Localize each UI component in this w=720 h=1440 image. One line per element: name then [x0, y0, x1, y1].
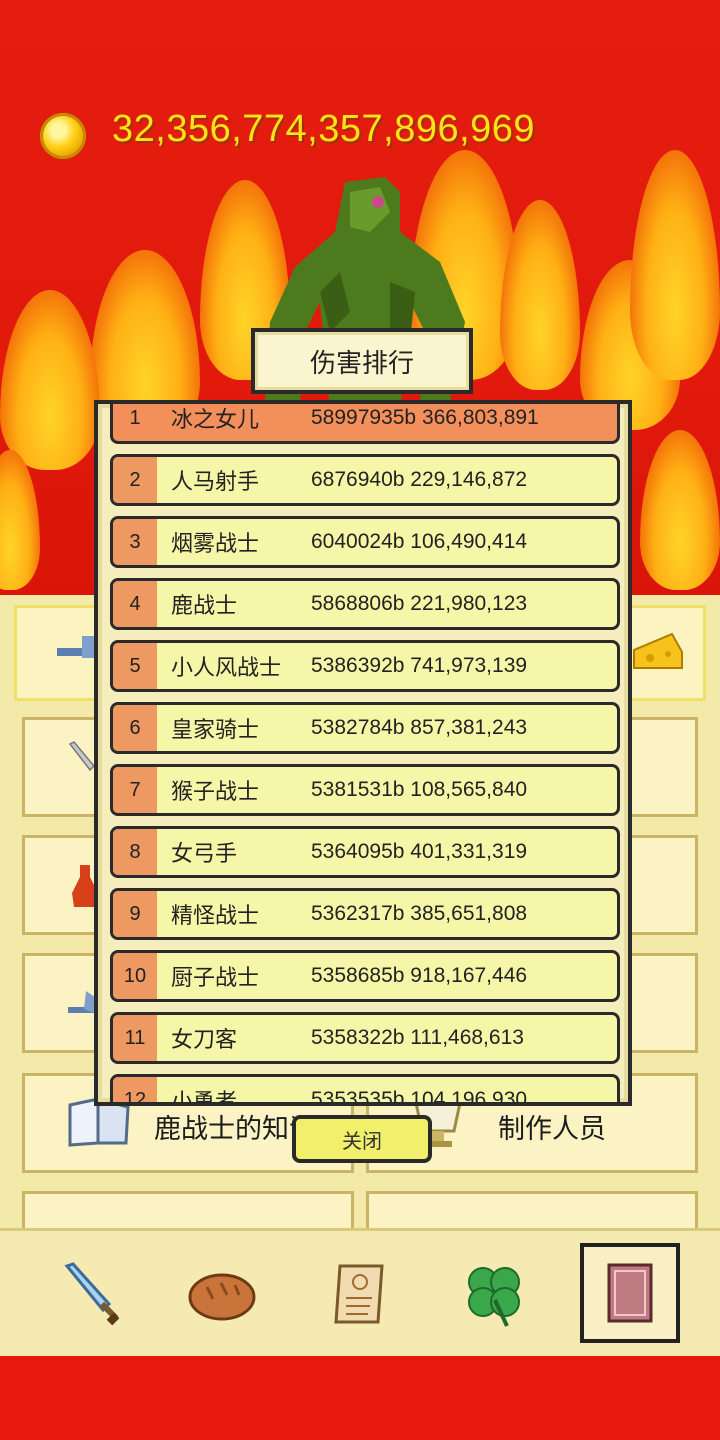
rank-number: 11 — [113, 1015, 157, 1061]
book-icon — [607, 1263, 653, 1323]
clover-icon — [468, 1267, 520, 1327]
rank-number: 8 — [113, 829, 157, 875]
modal-title: 伤害排行 — [251, 328, 473, 394]
ranking-row[interactable]: 9 精怪战士 5362317b 385,651,808 — [110, 888, 620, 940]
flame-decoration — [640, 430, 720, 590]
rank-number: 6 — [113, 705, 157, 751]
damage-value: 5364095b 401,331,319 — [311, 840, 528, 863]
scroll-icon — [334, 1264, 384, 1324]
hero-name: 皇家骑士 — [171, 718, 260, 743]
hero-name: 鹿战士 — [171, 594, 238, 619]
ranking-row[interactable]: 5 小人风战士 5386392b 741,973,139 — [110, 640, 620, 692]
hero-name: 人马射手 — [171, 470, 260, 495]
damage-value: 6040024b 106,490,414 — [311, 530, 528, 553]
hero-name: 女刀客 — [171, 1028, 238, 1053]
ranking-row[interactable]: 8 女弓手 5364095b 401,331,319 — [110, 826, 620, 878]
ranking-row[interactable]: 1 冰之女儿 58997935b 366,803,891 — [110, 404, 620, 444]
flame-decoration — [630, 150, 720, 380]
rank-number: 3 — [113, 519, 157, 565]
cheese-icon — [633, 632, 683, 669]
hero-name: 女弓手 — [171, 842, 238, 867]
damage-value: 5362317b 385,651,808 — [311, 902, 528, 925]
rank-number: 10 — [113, 953, 157, 999]
sword-icon — [64, 1262, 120, 1326]
rank-number: 5 — [113, 643, 157, 689]
nav-clover-tab[interactable] — [446, 1247, 542, 1343]
ranking-row[interactable]: 7 猴子战士 5381531b 108,565,840 — [110, 764, 620, 816]
damage-value: 5382784b 857,381,243 — [311, 716, 528, 739]
rank-number: 9 — [113, 891, 157, 937]
bottom-strip — [0, 1356, 720, 1440]
nav-sword-tab[interactable] — [44, 1247, 140, 1343]
damage-value: 5381531b 108,565,840 — [311, 778, 528, 801]
credits-label: 制作人员 — [498, 1114, 606, 1144]
ranking-row[interactable]: 3 烟雾战士 6040024b 106,490,414 — [110, 516, 620, 568]
damage-ranking-modal: 1 冰之女儿 58997935b 366,803,891 2 人马射手 6876… — [94, 400, 632, 1106]
rank-number: 12 — [113, 1077, 157, 1102]
bread-icon — [188, 1273, 256, 1321]
damage-value: 6876940b 229,146,872 — [311, 468, 528, 491]
damage-value: 5868806b 221,980,123 — [311, 592, 528, 615]
bottom-nav — [0, 1228, 720, 1359]
rank-number: 1 — [129, 406, 141, 429]
damage-value: 5358322b 111,468,613 — [311, 1026, 524, 1049]
gold-coin-icon — [40, 113, 86, 159]
ranking-row[interactable]: 4 鹿战士 5868806b 221,980,123 — [110, 578, 620, 630]
ranking-row[interactable]: 10 厨子战士 5358685b 918,167,446 — [110, 950, 620, 1002]
damage-value: 5353535b 104,196,930 — [311, 1088, 528, 1106]
close-button[interactable]: 关闭 — [292, 1115, 432, 1163]
damage-value: 58997935b 366,803,891 — [311, 406, 539, 429]
rank-number: 2 — [113, 457, 157, 503]
hero-name: 精怪战士 — [171, 904, 260, 929]
hero-name: 猴子战士 — [171, 780, 260, 805]
ranking-row[interactable]: 11 女刀客 5358322b 111,468,613 — [110, 1012, 620, 1064]
damage-value: 5358685b 918,167,446 — [311, 964, 528, 987]
ranking-row[interactable]: 6 皇家骑士 5382784b 857,381,243 — [110, 702, 620, 754]
flame-decoration — [0, 450, 40, 590]
hero-name: 厨子战士 — [171, 966, 260, 991]
gold-counter: 32,356,774,357,896,969 — [112, 108, 536, 150]
upgrade-slot-right[interactable] — [628, 953, 698, 1053]
hero-name: 小人风战士 — [171, 656, 282, 681]
flame-decoration — [0, 290, 100, 470]
rank-number: 4 — [113, 581, 157, 627]
nav-bread-tab[interactable] — [174, 1247, 270, 1343]
rank-number: 7 — [113, 767, 157, 813]
upgrade-slot-right[interactable] — [628, 835, 698, 935]
damage-value: 5386392b 741,973,139 — [311, 654, 528, 677]
hero-name: 烟雾战士 — [171, 532, 260, 557]
upgrade-slot-right[interactable] — [628, 717, 698, 817]
nav-book-tab[interactable] — [580, 1243, 680, 1343]
nav-scroll-tab[interactable] — [312, 1247, 408, 1343]
hero-name: 冰之女儿 — [171, 408, 260, 433]
ranking-row[interactable]: 2 人马射手 6876940b 229,146,872 — [110, 454, 620, 506]
ranking-row[interactable]: 12 小勇者 5353535b 104,196,930 — [110, 1074, 620, 1106]
hero-name: 小勇者 — [171, 1090, 238, 1106]
